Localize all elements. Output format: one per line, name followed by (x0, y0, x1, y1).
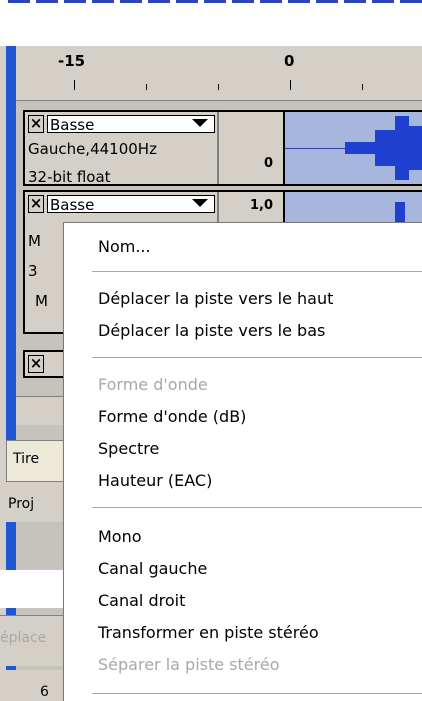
tire-button[interactable]: Tire (6, 440, 66, 482)
track-context-menu: Nom... Déplacer la piste vers le haut Dé… (63, 222, 422, 701)
menu-item-split-stereo: Séparer la piste stéréo (98, 655, 280, 674)
track-panel: × Basse Gauche,44100Hz 32-bit float (25, 112, 219, 186)
track-info: 3 (28, 262, 38, 280)
track-name: Basse (50, 116, 95, 134)
page-background (0, 6, 422, 46)
track-name-dropdown[interactable]: Basse (47, 115, 215, 134)
proj-area: Proj (6, 482, 64, 522)
menu-separator (92, 693, 422, 694)
track-scale: 0 (219, 112, 285, 184)
audio-track[interactable]: × Basse Gauche,44100Hz 32-bit float 0 (23, 110, 422, 186)
menu-item-move-up[interactable]: Déplacer la piste vers le haut (98, 289, 333, 308)
number-label: 6 (40, 684, 49, 700)
chevron-down-icon (192, 199, 208, 207)
menu-item-spectrum[interactable]: Spectre (98, 439, 159, 458)
track-info: M (28, 232, 41, 250)
chevron-down-icon (192, 119, 208, 127)
timeline-ruler[interactable]: -15 0 (16, 46, 422, 101)
scale-value: 0 (263, 156, 273, 171)
menu-item-move-down[interactable]: Déplacer la piste vers le bas (98, 321, 325, 340)
track-info: 32-bit float (28, 168, 111, 186)
track-info: Gauche,44100Hz (28, 140, 157, 158)
menu-separator (92, 271, 422, 272)
scale-value: 1,0 (249, 198, 273, 213)
menu-item-left-channel[interactable]: Canal gauche (98, 559, 207, 578)
menu-item-make-stereo[interactable]: Transformer en piste stéréo (98, 623, 319, 642)
waveform[interactable] (285, 112, 422, 184)
track-name-dropdown[interactable]: Basse (47, 195, 215, 214)
deplace-label: éplace (0, 630, 47, 646)
menu-item-right-channel[interactable]: Canal droit (98, 591, 185, 610)
menu-item-waveform: Forme d'onde (98, 375, 208, 394)
menu-separator (92, 507, 422, 508)
track-info: M (35, 292, 48, 310)
menu-item-pitch[interactable]: Hauteur (EAC) (98, 471, 212, 490)
blank-area (0, 570, 64, 608)
menu-item-mono[interactable]: Mono (98, 527, 142, 546)
ruler-label: 0 (284, 52, 295, 70)
menu-separator (92, 357, 422, 358)
menu-item-waveform-db[interactable]: Forme d'onde (dB) (98, 407, 246, 426)
tire-label: Tire (13, 451, 40, 467)
proj-label: Proj (8, 496, 35, 512)
ruler-label: -15 (58, 52, 86, 70)
close-track-button[interactable]: × (28, 355, 44, 373)
track-name: Basse (50, 196, 95, 214)
close-track-button[interactable]: × (28, 115, 44, 133)
deplace-button[interactable]: éplace (0, 615, 64, 666)
toolbar-strip (16, 396, 64, 425)
menu-item-nom[interactable]: Nom... (98, 237, 151, 256)
close-track-button[interactable]: × (28, 195, 44, 213)
number-area: 6 (0, 670, 64, 700)
